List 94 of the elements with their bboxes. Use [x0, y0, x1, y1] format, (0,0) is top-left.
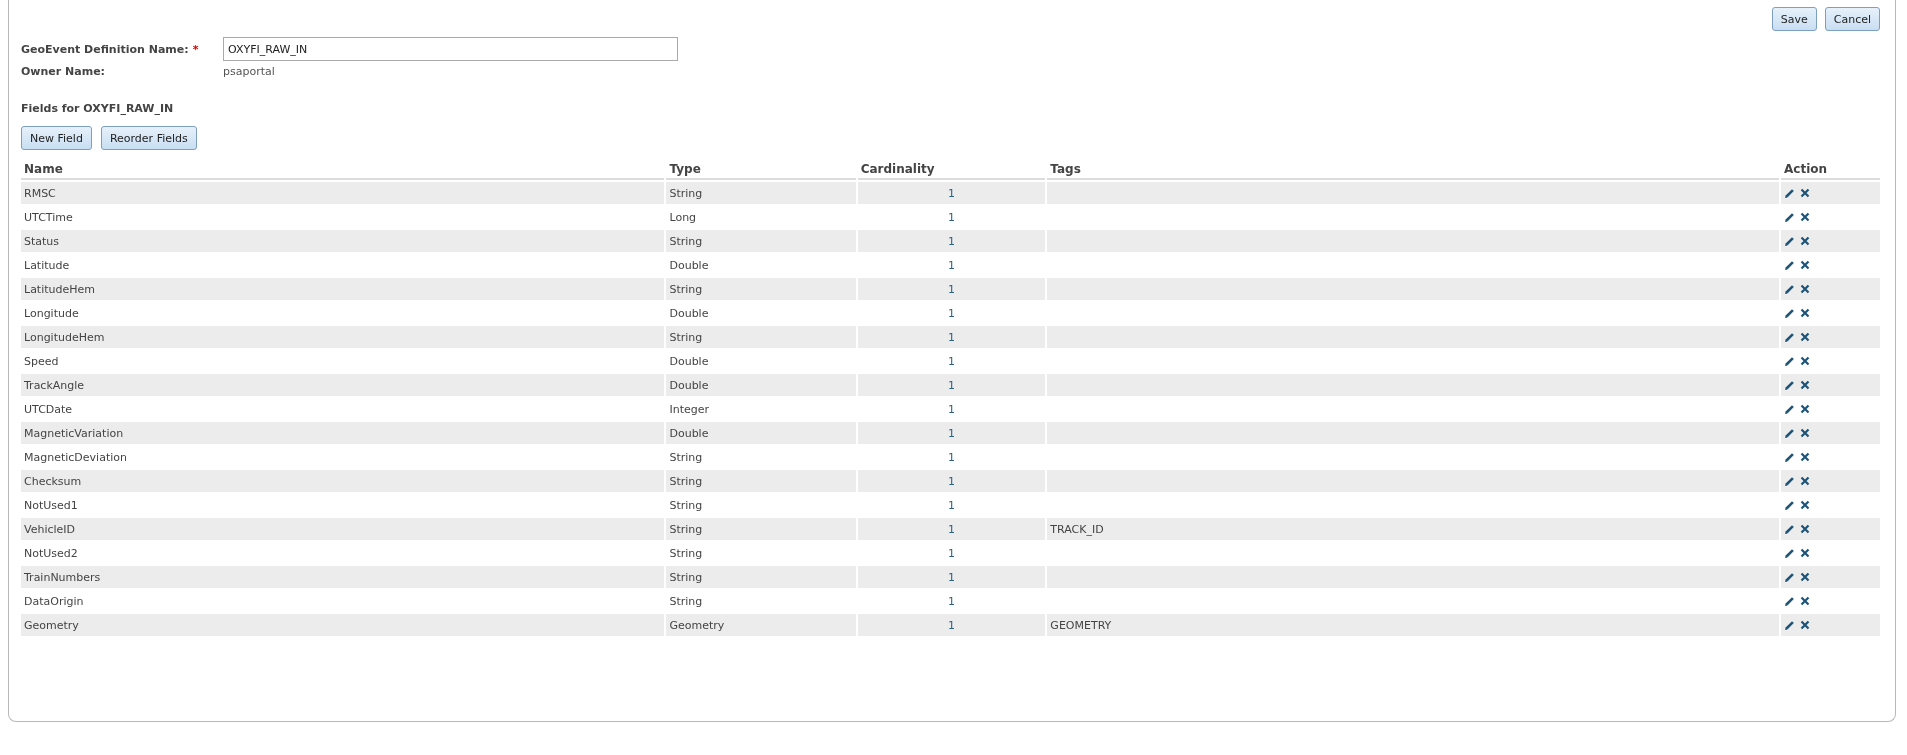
edit-icon[interactable] — [1784, 523, 1796, 535]
table-cell: MagneticVariation — [21, 422, 665, 444]
delete-icon[interactable] — [1800, 404, 1811, 414]
delete-icon[interactable] — [1800, 428, 1811, 438]
column-header: Tags — [1047, 159, 1780, 180]
cardinality-value: 1 — [948, 402, 955, 416]
cardinality-value: 1 — [948, 234, 955, 248]
edit-icon[interactable] — [1784, 307, 1796, 319]
table-cell: VehicleID — [21, 518, 665, 540]
edit-icon[interactable] — [1784, 547, 1796, 559]
cardinality-value: 1 — [948, 330, 955, 344]
cardinality-value: 1 — [948, 378, 955, 392]
edit-icon[interactable] — [1784, 571, 1796, 583]
edit-icon[interactable] — [1784, 235, 1796, 247]
definition-name-input[interactable]: OXYFI_RAW_IN — [223, 37, 678, 61]
edit-icon[interactable] — [1784, 475, 1796, 487]
edit-icon[interactable] — [1784, 619, 1796, 631]
table-cell: GEOMETRY — [1047, 614, 1780, 636]
delete-icon[interactable] — [1800, 356, 1811, 366]
edit-icon[interactable] — [1784, 595, 1796, 607]
table-cell: Double — [666, 374, 856, 396]
delete-icon[interactable] — [1800, 524, 1811, 534]
table-cell: RMSC — [21, 182, 665, 204]
table-cell: String — [666, 518, 856, 540]
table-cell: Geometry — [21, 614, 665, 636]
table-cell: Double — [666, 422, 856, 444]
field-label: GeoEvent Definition Name: — [21, 42, 189, 56]
table-cell: LongitudeHem — [21, 326, 665, 348]
cardinality-value: 1 — [948, 546, 955, 560]
table-cell: Checksum — [21, 470, 665, 492]
edit-icon[interactable] — [1784, 403, 1796, 415]
delete-icon[interactable] — [1800, 596, 1811, 606]
edit-icon[interactable] — [1784, 499, 1796, 511]
new-field-button[interactable]: New Field — [21, 126, 92, 150]
required-mark: * — [192, 42, 199, 56]
edit-icon[interactable] — [1784, 355, 1796, 367]
cardinality-value: 1 — [948, 570, 955, 584]
delete-icon[interactable] — [1800, 548, 1811, 558]
column-header: Type — [666, 159, 856, 180]
cardinality-value: 1 — [948, 282, 955, 296]
table-cell: Status — [21, 230, 665, 252]
edit-icon[interactable] — [1784, 451, 1796, 463]
field-label: Owner Name: — [21, 65, 106, 78]
cancel-button[interactable]: Cancel — [1824, 7, 1880, 31]
cardinality-value: 1 — [948, 306, 955, 320]
cardinality-value: 1 — [948, 210, 955, 224]
table-cell: String — [666, 278, 856, 300]
save-button[interactable]: Save — [1771, 7, 1817, 31]
cardinality-value: 1 — [948, 522, 955, 536]
section-heading: Fields for OXYFI_RAW_IN — [21, 102, 175, 115]
cardinality-value: 1 — [948, 258, 955, 272]
table-cell: String — [666, 470, 856, 492]
cardinality-value: 1 — [948, 594, 955, 608]
owner-value: psaportal — [223, 65, 276, 78]
cardinality-value: 1 — [948, 354, 955, 368]
delete-icon[interactable] — [1800, 260, 1811, 270]
table-cell: String — [666, 230, 856, 252]
delete-icon[interactable] — [1800, 308, 1811, 318]
delete-icon[interactable] — [1800, 188, 1811, 198]
delete-icon[interactable] — [1800, 284, 1811, 294]
edit-icon[interactable] — [1784, 211, 1796, 223]
delete-icon[interactable] — [1800, 572, 1811, 582]
table-cell: Geometry — [666, 614, 856, 636]
table-cell: TRACK_ID — [1047, 518, 1780, 540]
edit-icon[interactable] — [1784, 187, 1796, 199]
cardinality-value: 1 — [948, 618, 955, 632]
table-cell: String — [666, 326, 856, 348]
cardinality-value: 1 — [948, 186, 955, 200]
cardinality-value: 1 — [948, 474, 955, 488]
column-header: Cardinality — [857, 159, 1046, 180]
delete-icon[interactable] — [1800, 500, 1811, 510]
table-cell: LatitudeHem — [21, 278, 665, 300]
delete-icon[interactable] — [1800, 236, 1811, 246]
reorder-fields-button[interactable]: Reorder Fields — [100, 126, 197, 150]
edit-icon[interactable] — [1784, 427, 1796, 439]
table-cell: TrackAngle — [21, 374, 665, 396]
delete-icon[interactable] — [1800, 476, 1811, 486]
delete-icon[interactable] — [1800, 452, 1811, 462]
table-cell: String — [666, 182, 856, 204]
table-cell: TrainNumbers — [21, 566, 665, 588]
delete-icon[interactable] — [1800, 332, 1811, 342]
cardinality-value: 1 — [948, 426, 955, 440]
delete-icon[interactable] — [1800, 380, 1811, 390]
edit-icon[interactable] — [1784, 283, 1796, 295]
edit-icon[interactable] — [1784, 379, 1796, 391]
column-header: Name — [21, 159, 665, 180]
edit-icon[interactable] — [1784, 259, 1796, 271]
edit-icon[interactable] — [1784, 331, 1796, 343]
delete-icon[interactable] — [1800, 212, 1811, 222]
table-cell: String — [666, 566, 856, 588]
cardinality-value: 1 — [948, 498, 955, 512]
cardinality-value: 1 — [948, 450, 955, 464]
column-header: Action — [1781, 159, 1880, 180]
delete-icon[interactable] — [1800, 620, 1811, 630]
